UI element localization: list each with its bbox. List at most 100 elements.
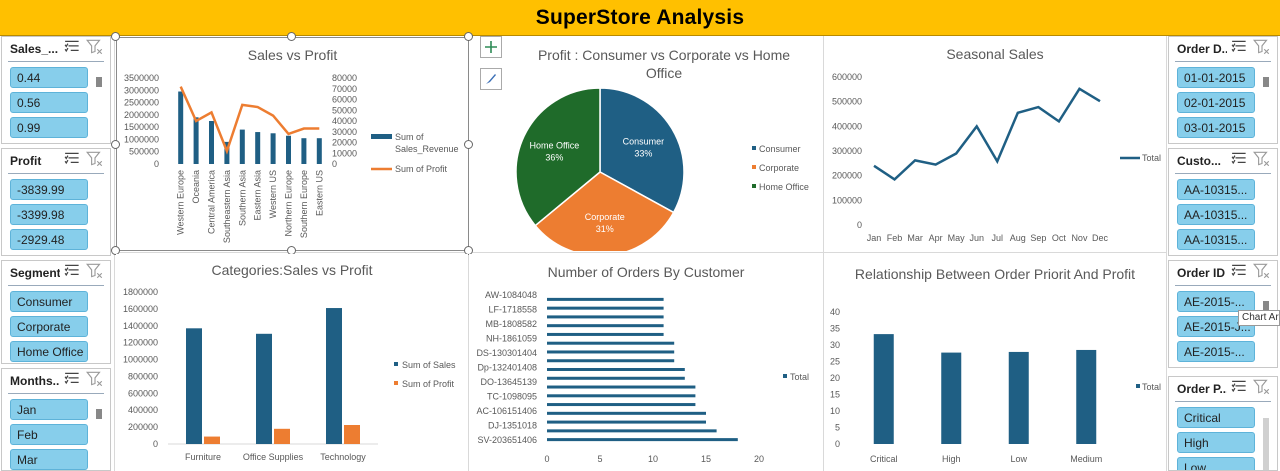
x-tick-label: Southern Asia [237,170,247,226]
resize-handle[interactable] [111,32,120,41]
slicer-divider [8,61,104,62]
x-tick-label: Aug [1010,233,1026,243]
bar-profit [204,436,220,444]
x-tick-label: Critical [870,454,898,464]
slicer-title: Order D... [1177,42,1227,56]
slicer-item[interactable]: Mar [10,449,88,470]
y-tick-label: 200000 [128,422,158,432]
slicer-item[interactable]: 02-01-2015 [1177,92,1255,113]
bar [193,117,199,164]
slicer-item[interactable]: 0.44 [10,67,88,88]
clear-filter-icon[interactable] [1249,39,1271,60]
chart-elements-button[interactable] [480,36,502,58]
sales-vs-profit-chart[interactable]: Sales vs Profit 0 500000 1000000 1500000 200… [116,37,469,251]
y-tick-label: 500000 [832,97,862,107]
slicer-item[interactable]: Corporate [10,316,88,337]
bar [1076,349,1097,444]
bar-sales [256,333,272,444]
slicer-divider [8,285,104,286]
slicer-scrollbar[interactable] [96,77,102,87]
slicer-scrollbar[interactable] [96,409,102,419]
slicer-item[interactable]: Consumer [10,291,88,312]
clear-filter-icon[interactable] [82,39,104,60]
slicer-item[interactable]: 0.99 [10,117,88,138]
clear-filter-icon[interactable] [82,151,104,172]
resize-handle[interactable] [464,140,473,149]
y-tick-label: 0 [154,159,159,169]
resize-handle[interactable] [464,32,473,41]
profit-segment-pie-chart[interactable]: Profit : Consumer vs Corporate vs Home O… [506,37,822,251]
slicer-item[interactable]: 01-01-2015 [1177,67,1255,88]
slicer-item[interactable]: Low [1177,457,1255,470]
legend-swatch [752,165,756,169]
orders-by-customer-chart[interactable]: Number of Orders By Customer AW-1084048 L… [469,254,823,471]
multi-select-icon[interactable] [1227,379,1249,400]
seasonal-sales-chart[interactable]: Seasonal Sales 0 100000 200000 300000 400000… [824,37,1166,251]
plus-icon [485,41,497,53]
profit-line [179,86,320,155]
multi-select-icon[interactable] [1227,39,1249,60]
bar [316,138,322,164]
chart-styles-button[interactable] [480,68,502,90]
x-tick-label: 0 [544,454,549,464]
slicer-item[interactable]: Critical [1177,407,1255,428]
clear-filter-icon[interactable] [1249,263,1271,284]
bar [209,121,214,164]
slicer-title: Profit [10,154,42,168]
slicer-item[interactable]: -2929.48 [10,229,88,250]
slicer-item[interactable]: Jan [10,399,88,420]
x-tick-label: Jun [969,233,984,243]
multi-select-icon[interactable] [60,151,82,172]
legend-label: Home Office [759,182,809,192]
panel-divider [114,252,1166,253]
y-tick-label: AW-1084048 [485,290,537,300]
clear-filter-icon[interactable] [1249,151,1271,172]
multi-select-icon[interactable] [60,39,82,60]
clear-filter-icon[interactable] [82,263,104,284]
multi-select-icon[interactable] [1227,151,1249,172]
multi-select-icon[interactable] [1227,263,1249,284]
y-tick-label: TC-1098095 [487,392,537,402]
slicer-scrollbar[interactable] [1263,418,1269,470]
dashboard-title: SuperStore Analysis [535,5,745,29]
y-tick-label: 400000 [128,405,158,415]
slicer-item[interactable]: AA-10315... [1177,229,1255,250]
x-tick-label: Oceania [191,170,201,204]
clear-filter-icon[interactable] [82,371,104,392]
slicer-item[interactable]: AE-2015-... [1177,341,1255,362]
multi-select-icon[interactable] [60,263,82,284]
slicer-item[interactable]: -3839.99 [10,179,88,200]
y-tick-label: 10 [830,406,840,416]
slicer-item[interactable]: High [1177,432,1255,453]
slicer-item[interactable]: AE-2015-... [1177,291,1255,312]
chart-tooltip: Chart Ar [1238,310,1280,326]
bar [178,91,184,164]
sales-line [873,87,1101,181]
slicer-item[interactable]: Home Office [10,341,88,362]
multi-select-icon[interactable] [60,371,82,392]
y-tick-label: 5 [835,423,840,433]
categories-chart[interactable]: Categories:Sales vs Profit 0 200000 400000… [116,254,468,471]
slice-value: 36% [545,153,563,163]
y-tick-label: 35 [830,324,840,334]
y-tick-label: 0 [153,439,158,449]
resize-handle[interactable] [287,32,296,41]
slicer-item[interactable]: -3399.98 [10,204,88,225]
x-tick-label: Furniture [185,452,221,462]
x-tick-label: Jan [867,233,882,243]
slicer-item[interactable]: AA-10315... [1177,204,1255,225]
slicer-item[interactable]: 0.56 [10,92,88,113]
slicer-item[interactable]: AA-10315... [1177,179,1255,200]
bar [873,334,894,444]
slicer-title: Segment [10,266,60,280]
resize-handle[interactable] [111,140,120,149]
x-tick-label: Low [1010,454,1027,464]
slicer-scrollbar[interactable] [1263,77,1269,87]
slicer-item[interactable]: Feb [10,424,88,445]
slicer-item[interactable]: 03-01-2015 [1177,117,1255,138]
order-priority-chart[interactable]: Relationship Between Order Priorit And P… [824,254,1166,471]
x-tick-label: 20 [754,454,764,464]
clear-filter-icon[interactable] [1249,379,1271,400]
bar [547,359,675,363]
y-tick-label: 1800000 [123,287,158,297]
